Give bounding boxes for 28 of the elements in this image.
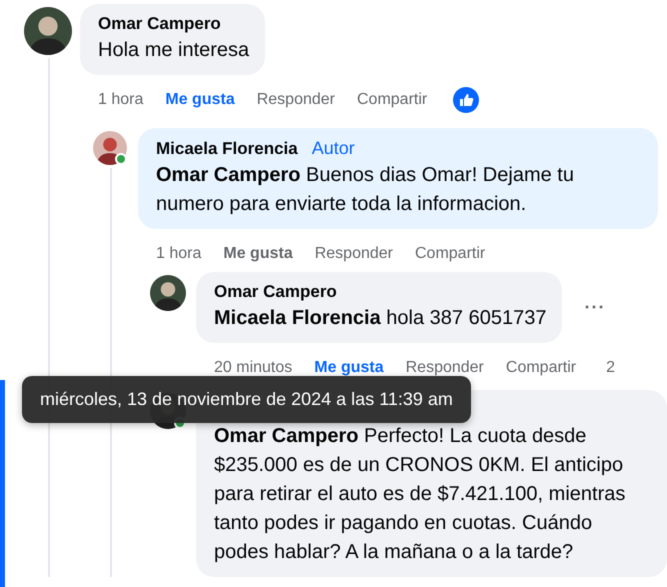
author-name[interactable]: Omar Campero	[214, 280, 337, 304]
comment-text: Micaela Florencia hola 387 6051737	[214, 306, 546, 331]
avatar[interactable]	[24, 7, 72, 55]
author-label: Autor	[312, 137, 355, 160]
timestamp-link[interactable]: 1 hora	[156, 245, 202, 263]
comment-text: Omar Campero Perfecto! La cuota desde $235.000 es de un CRONOS 0KM. El anticipo para retirar el auto es de $7.421.100, mientras tanto podes ir pagando en cuotas. Cuándo podes hablar? A la mañana o a la tarde?	[214, 424, 626, 565]
comment-text: Hola me interesa	[98, 38, 250, 63]
reaction-count[interactable]: 2	[606, 359, 616, 377]
share-button[interactable]: Compartir	[415, 245, 486, 263]
reply-button[interactable]: Responder	[314, 245, 393, 263]
more-button[interactable]: ···	[584, 297, 606, 318]
author-name[interactable]: Micaela Florencia	[156, 137, 298, 161]
like-button[interactable]: Me gusta	[165, 91, 235, 109]
like-button[interactable]: Me gusta	[314, 359, 384, 377]
reply-button[interactable]: Responder	[256, 91, 335, 109]
avatar[interactable]	[93, 131, 127, 165]
like-button[interactable]: Me gusta	[223, 245, 293, 263]
timestamp-link[interactable]: 20 minutos	[214, 359, 292, 377]
share-button[interactable]: Compartir	[357, 91, 428, 109]
comment-text: Omar Campero Buenos dias Omar! Dejame tu numero para enviarte toda la informacion.	[156, 163, 575, 217]
share-button[interactable]: Compartir	[506, 359, 576, 377]
online-indicator	[115, 153, 127, 165]
reply-button[interactable]: Responder	[406, 359, 484, 377]
date-tooltip: miércoles, 13 de noviembre de 2024 a las 11:39 am	[22, 376, 471, 423]
like-reaction-icon[interactable]	[453, 87, 480, 113]
timestamp-link[interactable]: 1 hora	[98, 91, 144, 109]
author-name[interactable]: Omar Campero	[98, 12, 221, 36]
avatar[interactable]	[150, 275, 186, 311]
